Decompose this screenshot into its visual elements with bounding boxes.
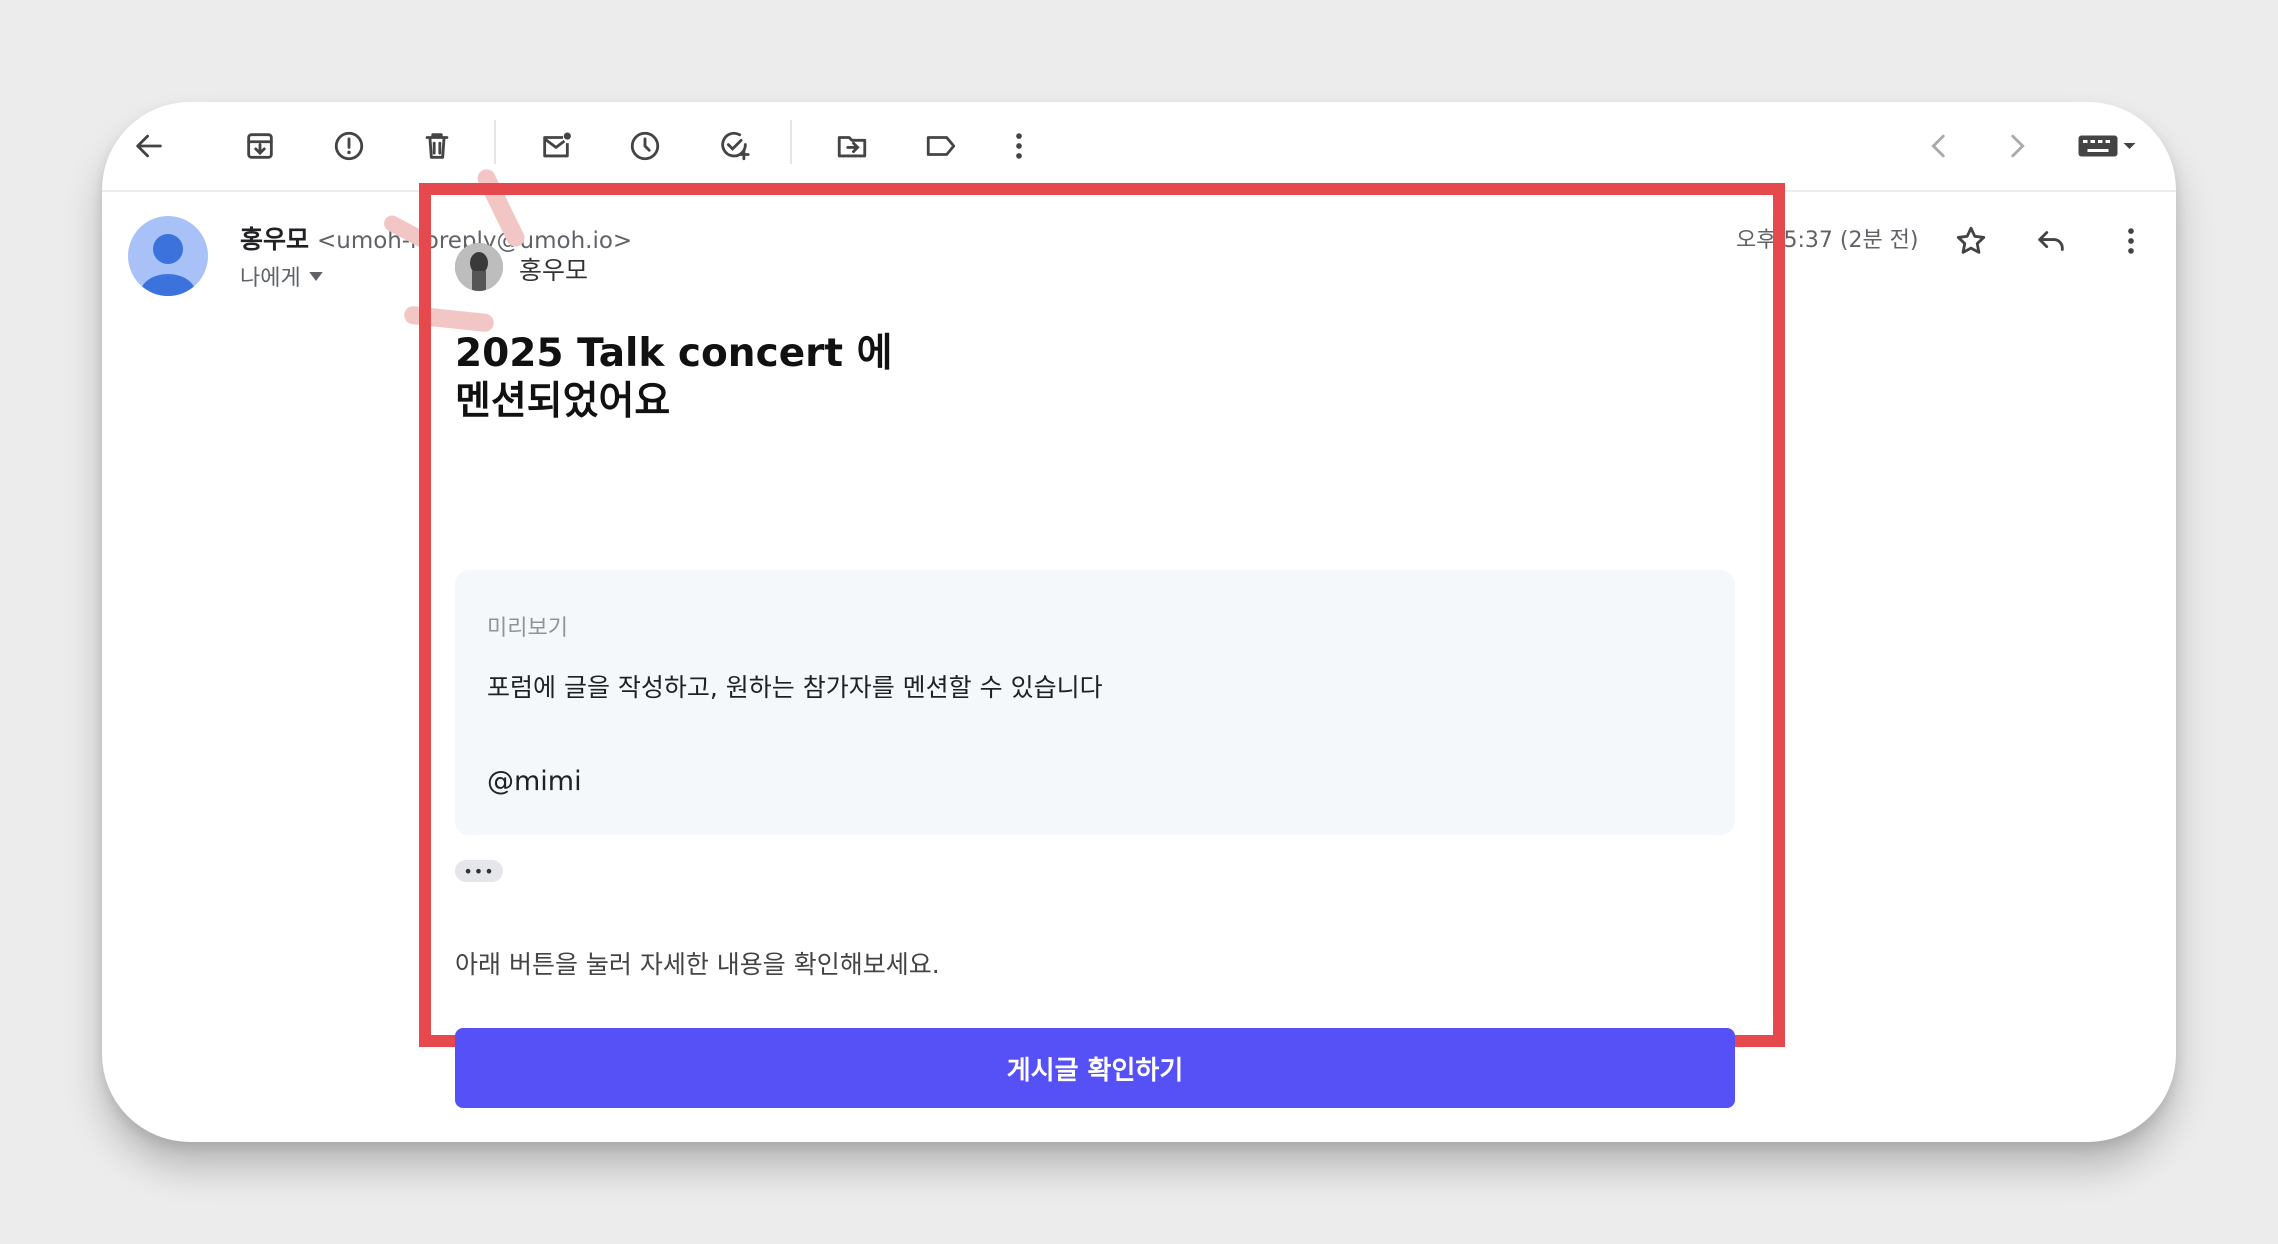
add-task-icon[interactable] (711, 123, 757, 169)
archive-icon[interactable] (237, 123, 283, 169)
mark-unread-icon[interactable] (533, 123, 579, 169)
back-arrow-icon[interactable] (126, 123, 172, 169)
email-toolbar (102, 102, 2176, 192)
headline-line: 멘션되었어요 (455, 379, 671, 424)
caret-down-icon (308, 271, 323, 281)
toolbar-divider (494, 120, 496, 164)
author-name: 홍우모 (519, 256, 589, 285)
headline-line: 2025 Talk concert 에 (455, 331, 893, 376)
sender-name: 홍우모 (240, 225, 310, 254)
preview-text: 포럼에 글을 작성하고, 원하는 참가자를 멘션할 수 있습니다 (487, 673, 1103, 702)
instruction-text: 아래 버튼을 눌러 자세한 내용을 확인해보세요. (455, 950, 940, 979)
snooze-clock-icon[interactable] (622, 123, 668, 169)
preview-box: 미리보기 포럼에 글을 작성하고, 원하는 참가자를 멘션할 수 있습니다 @m… (455, 570, 1735, 835)
show-trimmed-button[interactable]: ••• (455, 860, 503, 882)
mention-headline: 2025 Talk concert 에 멘션되었어요 (455, 330, 892, 426)
author-avatar (455, 243, 503, 291)
star-icon[interactable] (1948, 218, 1994, 264)
trash-icon[interactable] (414, 123, 460, 169)
recipients-dropdown[interactable]: 나에게 (240, 260, 323, 292)
chevron-right-icon[interactable] (1994, 123, 2040, 169)
toolbar-divider (790, 120, 792, 164)
preview-label: 미리보기 (487, 616, 568, 641)
view-post-button[interactable]: 게시글 확인하기 (455, 1028, 1735, 1108)
sender-avatar[interactable] (128, 216, 208, 296)
recipients-label: 나에게 (240, 266, 301, 291)
chevron-left-icon[interactable] (1916, 123, 1962, 169)
preview-mention: @mimi (487, 766, 582, 797)
report-spam-icon[interactable] (326, 123, 372, 169)
move-to-icon[interactable] (829, 123, 875, 169)
more-vertical-icon[interactable] (996, 123, 1042, 169)
label-icon[interactable] (918, 123, 964, 169)
reply-icon[interactable] (2028, 218, 2074, 264)
more-vertical-icon[interactable] (2108, 218, 2154, 264)
keyboard-icon[interactable] (2072, 123, 2142, 169)
